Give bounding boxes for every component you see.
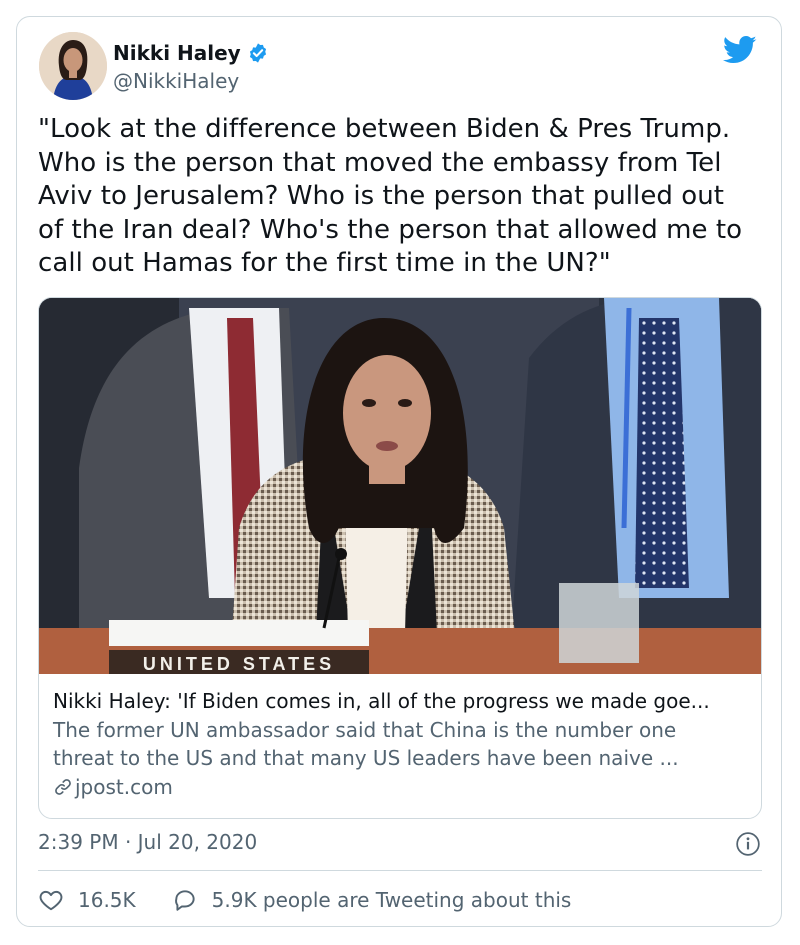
like-button[interactable]: 16.5K [38,887,136,913]
tweet-timestamp[interactable]: 2:39 PM · Jul 20, 2020 [38,829,257,855]
speech-bubble-icon [172,887,198,913]
tweeting-about-button[interactable]: 5.9K people are Tweeting about this [172,887,572,913]
link-title[interactable]: Nikki Haley: 'If Biden comes in, all of … [53,688,753,714]
verified-badge-icon [247,42,269,64]
like-count: 16.5K [78,888,136,912]
avatar[interactable] [39,32,107,100]
link-domain-row[interactable]: jpost.com [53,774,173,800]
divider [38,870,762,871]
tweet-text: "Look at the difference between Biden & … [38,114,743,278]
author-handle[interactable]: @NikkiHaley [113,69,239,93]
link-preview-card[interactable]: UNITED STATES Nikki Haley: 'If Biden com… [38,297,762,819]
author-name-row[interactable]: Nikki Haley [113,41,269,65]
twitter-bird-icon[interactable] [722,35,757,65]
link-description: The former UN ambassador said that China… [53,718,679,770]
heart-icon [38,887,64,913]
tweet-card: Nikki Haley @NikkiHaley "Look at the dif… [16,16,782,927]
author-name[interactable]: Nikki Haley [113,41,241,65]
tweet-actions: 16.5K 5.9K people are Tweeting about thi… [38,886,571,914]
link-domain[interactable]: jpost.com [75,774,173,800]
info-icon[interactable] [735,831,761,857]
link-preview-image[interactable]: UNITED STATES [39,298,761,674]
link-icon [53,777,73,797]
tweeting-about-text: 5.9K people are Tweeting about this [211,888,572,912]
nameplate-text: UNITED STATES [143,654,335,674]
